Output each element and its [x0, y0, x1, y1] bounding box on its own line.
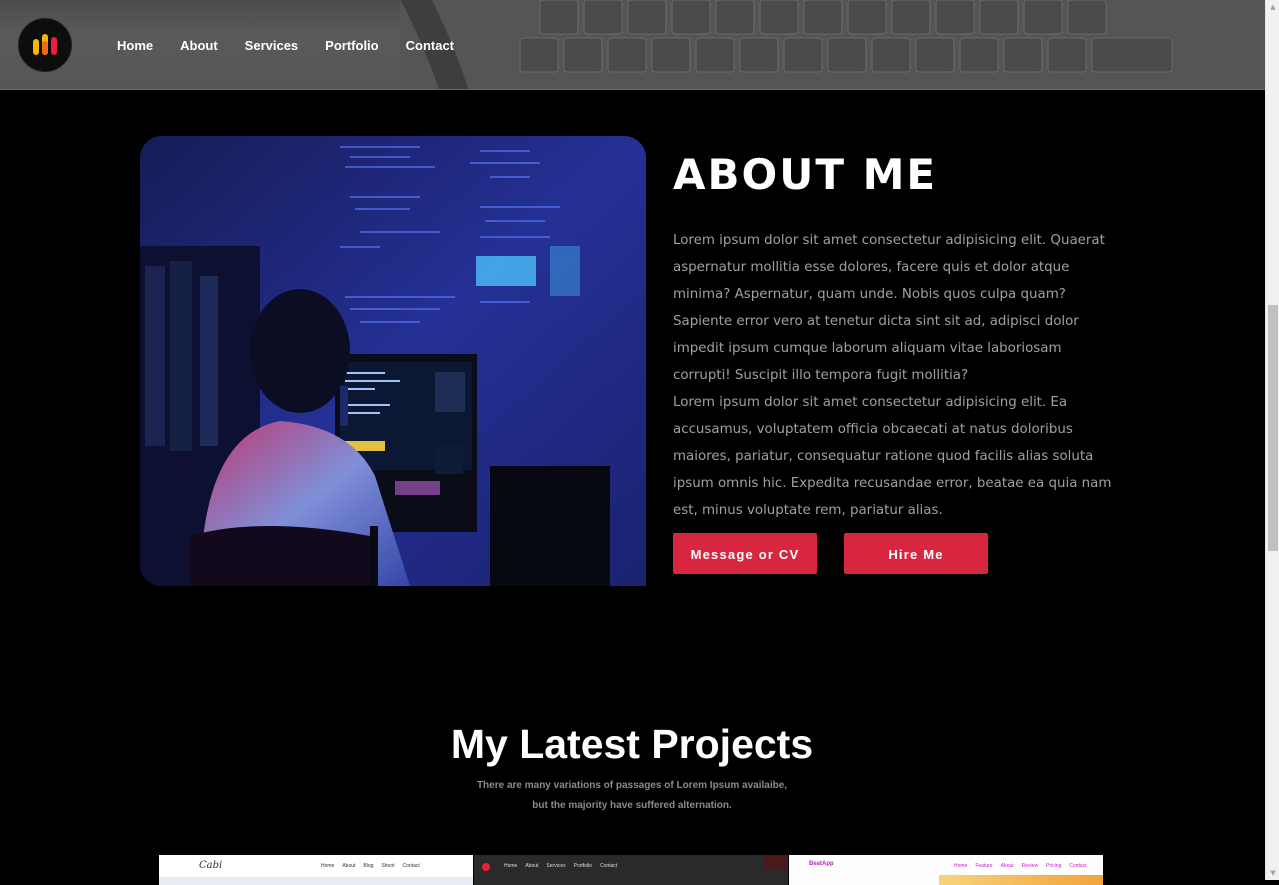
project-3-brand: BeatApp	[809, 861, 834, 867]
project-1-mini-nav: Home About Blog Shoot Contact	[321, 863, 420, 869]
project-2-nav-item: Contact	[599, 863, 618, 869]
project-thumbnail-2[interactable]: Home About Services Portfolio Contact	[474, 855, 788, 885]
project-3-nav-item: About	[1000, 863, 1014, 869]
page-scrollbar[interactable]: ▲ ▼	[1265, 0, 1279, 880]
about-photo	[140, 136, 646, 586]
nav-home-link[interactable]: Home	[117, 38, 153, 53]
message-cv-button[interactable]: Message or CV	[673, 533, 817, 574]
project-1-brand: Cabi	[199, 860, 223, 871]
project-3-nav-item: Home	[954, 863, 968, 869]
projects-title: My Latest Projects	[450, 721, 814, 767]
project-1-nav-item: Home	[321, 863, 335, 869]
about-title: ABOUT ME	[673, 150, 938, 199]
about-paragraph-1: Lorem ipsum dolor sit amet consectetur a…	[673, 233, 1105, 383]
nav-about-link[interactable]: About	[180, 38, 218, 53]
project-thumbnail-1[interactable]: Cabi Home About Blog Shoot Contact	[159, 855, 473, 885]
project-2-nav-item: Home	[504, 863, 518, 869]
project-3-nav-item: Pricing	[1046, 863, 1062, 869]
project-2-mini-nav: Home About Services Portfolio Contact	[504, 863, 617, 869]
scroll-up-arrow-icon[interactable]: ▲	[1266, 0, 1279, 14]
scrollbar-thumb[interactable]	[1268, 305, 1278, 551]
projects-subtitle-line-2: but the majority have suffered alternati…	[532, 800, 732, 811]
project-3-nav-item: Review	[1021, 863, 1039, 869]
brand-logo-icon[interactable]	[18, 18, 72, 72]
project-3-nav-item: Contact	[1069, 863, 1087, 869]
project-1-nav-item: Contact	[402, 863, 420, 869]
project-2-nav-item: Portfolio	[573, 863, 592, 869]
nav-contact-link[interactable]: Contact	[406, 38, 454, 53]
project-1-nav-item: About	[342, 863, 356, 869]
project-2-logo-icon	[482, 863, 490, 871]
project-1-nav-item: Shoot	[381, 863, 395, 869]
nav-services-link[interactable]: Services	[245, 38, 299, 53]
keyboard-background-image	[400, 0, 1266, 89]
project-2-nav-item: About	[525, 863, 539, 869]
scroll-down-arrow-icon[interactable]: ▼	[1266, 866, 1279, 880]
project-3-nav-item: Feature	[975, 863, 993, 869]
project-thumbnail-3[interactable]: BeatApp Home Feature About Review Pricin…	[789, 855, 1103, 885]
about-paragraph-2: Lorem ipsum dolor sit amet consectetur a…	[673, 395, 1112, 518]
projects-subtitle-line-1: There are many variations of passages of…	[476, 780, 788, 791]
projects-subtitle: There are many variations of passages of…	[0, 776, 1264, 816]
site-header: Home About Services Portfolio Contact	[0, 0, 1266, 90]
hire-me-button[interactable]: Hire Me	[844, 533, 988, 574]
project-2-nav-item: Services	[546, 863, 566, 869]
nav-portfolio-link[interactable]: Portfolio	[325, 38, 378, 53]
project-1-nav-item: Blog	[363, 863, 374, 869]
project-3-mini-nav: Home Feature About Review Pricing Contac…	[954, 863, 1087, 869]
main-nav: Home About Services Portfolio Contact	[117, 38, 481, 53]
